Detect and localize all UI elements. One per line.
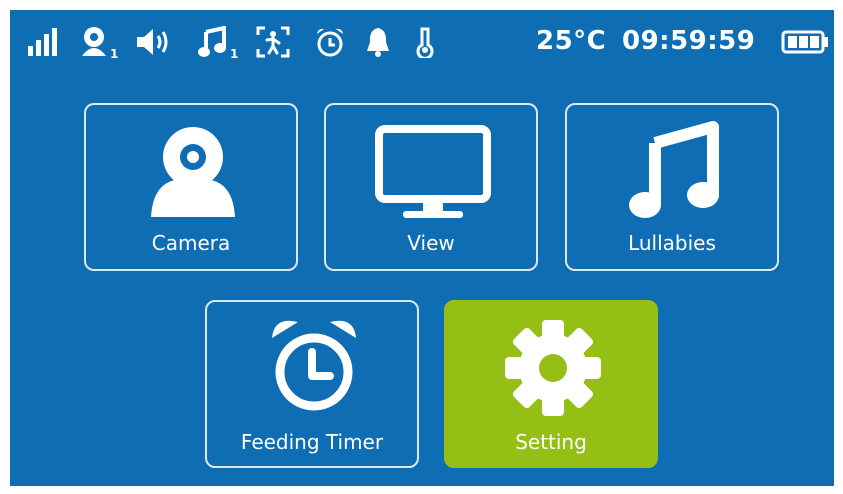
music-note-icon [629, 121, 719, 218]
camera-label: Camera [151, 231, 231, 255]
status-bar: 1 1 25°C 09:59:59 [10, 10, 834, 72]
setting-tile[interactable]: Setting [444, 300, 658, 468]
signal-icon [28, 28, 57, 56]
time-readout: 09:59:59 [622, 26, 756, 56]
monitor-icon [375, 125, 491, 218]
volume-icon [137, 29, 168, 55]
view-label: View [407, 231, 455, 255]
lullabies-tile[interactable]: Lullabies [565, 103, 779, 271]
bell-icon [367, 28, 389, 57]
feeding-timer-label: Feeding Timer [240, 430, 384, 454]
camera-icon [82, 27, 106, 56]
camera-number: 1 [110, 47, 119, 61]
lullabies-label: Lullabies [628, 231, 716, 255]
camera-tile[interactable]: Camera [84, 103, 298, 271]
view-tile[interactable]: View [324, 103, 538, 271]
gear-icon [505, 320, 601, 416]
feeding-timer-tile[interactable]: Feeding Timer [205, 300, 419, 468]
alarm-clock-icon [317, 28, 343, 57]
motion-detection-icon [256, 26, 290, 58]
temperature-readout: 25°C [536, 26, 607, 56]
battery-icon [781, 30, 828, 54]
music-note-icon [198, 26, 226, 57]
thermometer-icon [416, 27, 434, 58]
setting-label: Setting [515, 430, 587, 454]
alarm-clock-icon [272, 320, 356, 411]
camera-icon [151, 127, 235, 217]
monitor-screen: 1 1 25°C 09:59:59 Camera View Lullabies … [10, 10, 834, 486]
music-number: 1 [230, 47, 239, 61]
